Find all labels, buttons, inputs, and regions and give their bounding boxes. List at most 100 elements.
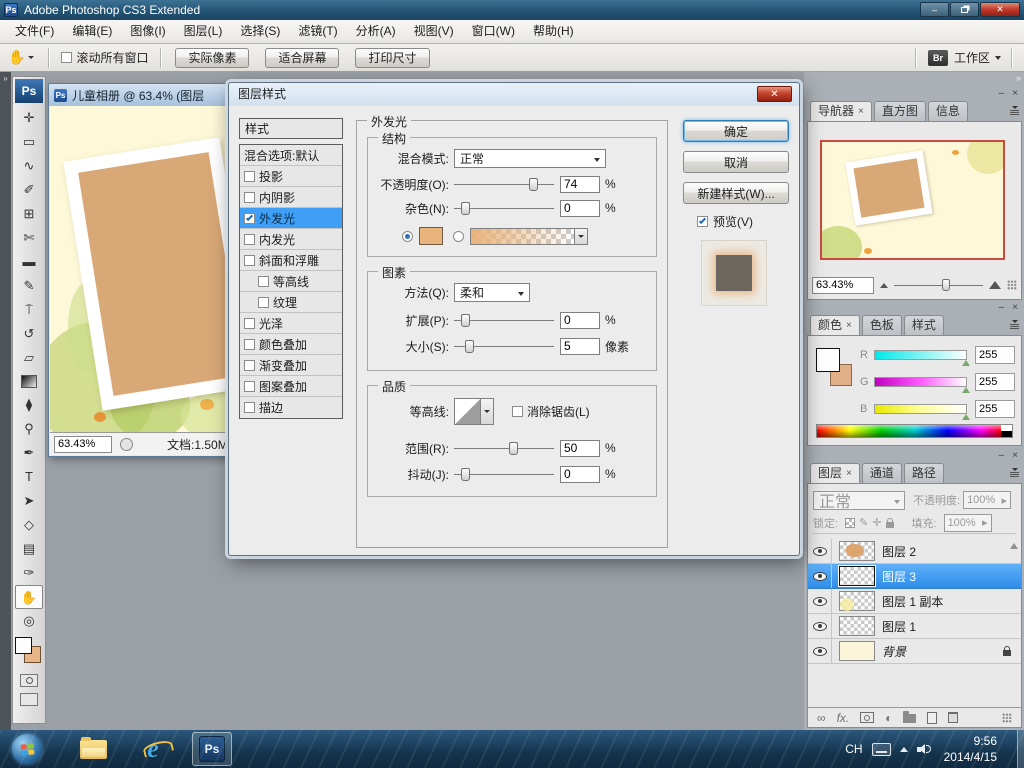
shape-tool[interactable]: ◇	[15, 513, 43, 537]
quick-mask-button[interactable]	[20, 674, 38, 687]
jitter-slider[interactable]	[454, 467, 554, 481]
layer-thumbnail[interactable]	[839, 616, 875, 636]
style-item-gradient-overlay[interactable]: 渐变叠加	[240, 355, 342, 376]
range-field[interactable]	[560, 439, 600, 457]
slice-tool[interactable]: ✄	[15, 226, 43, 250]
style-item-satin[interactable]: 光泽	[240, 313, 342, 334]
spinner-icon[interactable]: ▸	[982, 516, 988, 529]
clone-stamp-tool[interactable]: ⍑	[15, 298, 43, 322]
delete-layer-icon[interactable]	[948, 712, 959, 723]
layer-row-1-copy[interactable]: 图层 1 副本	[808, 589, 1021, 614]
layer-blend-mode-select[interactable]: 正常	[813, 490, 905, 511]
tab-navigator[interactable]: 导航器 ×	[810, 101, 872, 121]
screen-mode-button[interactable]	[20, 693, 38, 706]
print-size-button[interactable]: 打印尺寸	[355, 47, 430, 68]
dodge-tool[interactable]: ⚲	[15, 417, 43, 441]
style-item-blending-options[interactable]: 混合选项:默认	[240, 145, 342, 166]
visibility-cell[interactable]	[808, 564, 832, 588]
panel-minimize-button[interactable]: –	[999, 88, 1005, 101]
tab-color[interactable]: 颜色 ×	[810, 315, 860, 335]
scroll-all-windows-checkbox[interactable]	[61, 52, 73, 63]
status-zoom-field[interactable]	[54, 435, 112, 453]
add-mask-icon[interactable]	[860, 712, 875, 723]
size-slider[interactable]	[454, 339, 554, 353]
range-slider[interactable]	[454, 441, 554, 455]
layer-style-icon[interactable]: fx.	[837, 711, 850, 725]
menu-view[interactable]: 视图(V)	[405, 20, 463, 43]
preview-checkbox[interactable]	[697, 216, 708, 227]
notes-tool[interactable]: ▤	[15, 537, 43, 561]
spectrum-bw-end[interactable]	[1001, 425, 1012, 437]
preview-option[interactable]: 预览(V)	[697, 213, 793, 230]
visibility-cell[interactable]	[808, 639, 832, 663]
tab-close-icon[interactable]: ×	[846, 316, 852, 335]
size-field[interactable]	[560, 337, 600, 355]
photoshop-taskbar-button[interactable]: Ps	[192, 732, 232, 766]
status-icon[interactable]	[120, 437, 133, 451]
style-checkbox[interactable]	[244, 380, 255, 392]
antialias-checkbox[interactable]	[512, 405, 523, 417]
actual-pixels-button[interactable]: 实际像素	[175, 47, 250, 68]
hand-tool[interactable]: ✋	[15, 585, 43, 609]
style-checkbox[interactable]	[244, 402, 255, 413]
tray-expand-icon[interactable]	[899, 746, 908, 752]
marquee-tool[interactable]: ▭	[15, 130, 43, 154]
blur-tool[interactable]: ⧫	[15, 393, 43, 417]
foreground-color-swatch[interactable]	[816, 348, 840, 372]
minimize-button[interactable]: –	[920, 2, 949, 17]
contour-picker[interactable]	[454, 397, 481, 425]
gradient-dropdown-icon[interactable]	[574, 227, 588, 245]
layer-thumbnail[interactable]	[839, 591, 875, 611]
solid-color-radio[interactable]	[402, 230, 413, 242]
style-checkbox[interactable]	[244, 317, 255, 329]
menu-select[interactable]: 选择(S)	[231, 20, 289, 43]
restore-button[interactable]	[950, 2, 979, 17]
panel-menu-icon[interactable]	[1010, 468, 1019, 477]
close-button[interactable]: ✕	[980, 2, 1020, 17]
lock-image-icon[interactable]: ✎	[859, 516, 868, 529]
style-checkbox[interactable]	[244, 170, 255, 182]
layer-name[interactable]: 背景	[882, 643, 1003, 660]
navigator-proxy-view[interactable]	[820, 140, 1005, 260]
style-item-stroke[interactable]: 描边	[240, 397, 342, 418]
green-slider[interactable]	[874, 377, 970, 393]
opacity-field[interactable]	[560, 175, 600, 193]
show-desktop-button[interactable]	[1017, 730, 1024, 768]
visibility-cell[interactable]	[808, 589, 832, 613]
menu-help[interactable]: 帮助(H)	[524, 20, 583, 43]
visibility-cell[interactable]	[808, 539, 832, 563]
panel-close-button[interactable]: ×	[1012, 302, 1018, 315]
quick-select-tool[interactable]: ✐	[15, 178, 43, 202]
noise-slider[interactable]	[454, 201, 554, 215]
active-tool-preset[interactable]: ✋	[0, 49, 42, 66]
type-tool[interactable]: T	[15, 465, 43, 489]
color-spectrum-ramp[interactable]	[816, 424, 1013, 438]
layer-opacity-field[interactable]: 100% ▸	[963, 491, 1012, 509]
history-brush-tool[interactable]: ↺	[15, 322, 43, 346]
menu-analysis[interactable]: 分析(A)	[347, 20, 405, 43]
layer-thumbnail[interactable]	[839, 541, 875, 561]
workspace-dropdown-icon[interactable]	[995, 55, 1001, 60]
layer-name[interactable]: 图层 1	[882, 618, 1021, 635]
layer-row-1[interactable]: 图层 1	[808, 614, 1021, 639]
eye-icon[interactable]	[812, 546, 827, 556]
layer-row-2[interactable]: 图层 2	[808, 539, 1021, 564]
collapse-dock-icon[interactable]: »	[1016, 73, 1021, 83]
zoom-tool[interactable]: ◎	[15, 609, 43, 633]
blue-slider[interactable]	[874, 404, 970, 420]
spread-field[interactable]	[560, 311, 600, 329]
lock-position-icon[interactable]: ✛	[872, 516, 881, 529]
adjustment-layer-icon[interactable]: ◐	[885, 711, 892, 725]
layer-thumbnail[interactable]	[839, 641, 875, 661]
menu-image[interactable]: 图像(I)	[121, 20, 174, 43]
style-item-texture[interactable]: 纹理	[240, 292, 342, 313]
blend-mode-select[interactable]: 正常	[454, 148, 606, 168]
navigator-zoom-slider[interactable]	[894, 279, 983, 291]
panel-minimize-button[interactable]: –	[999, 302, 1005, 315]
layer-fill-field[interactable]: 100% ▸	[943, 513, 992, 532]
style-checkbox[interactable]	[244, 254, 255, 266]
cancel-button[interactable]: 取消	[683, 151, 789, 173]
new-group-icon[interactable]	[903, 711, 917, 723]
panel-resize-grip[interactable]	[1002, 712, 1012, 723]
layer-name[interactable]: 图层 2	[882, 543, 1021, 560]
